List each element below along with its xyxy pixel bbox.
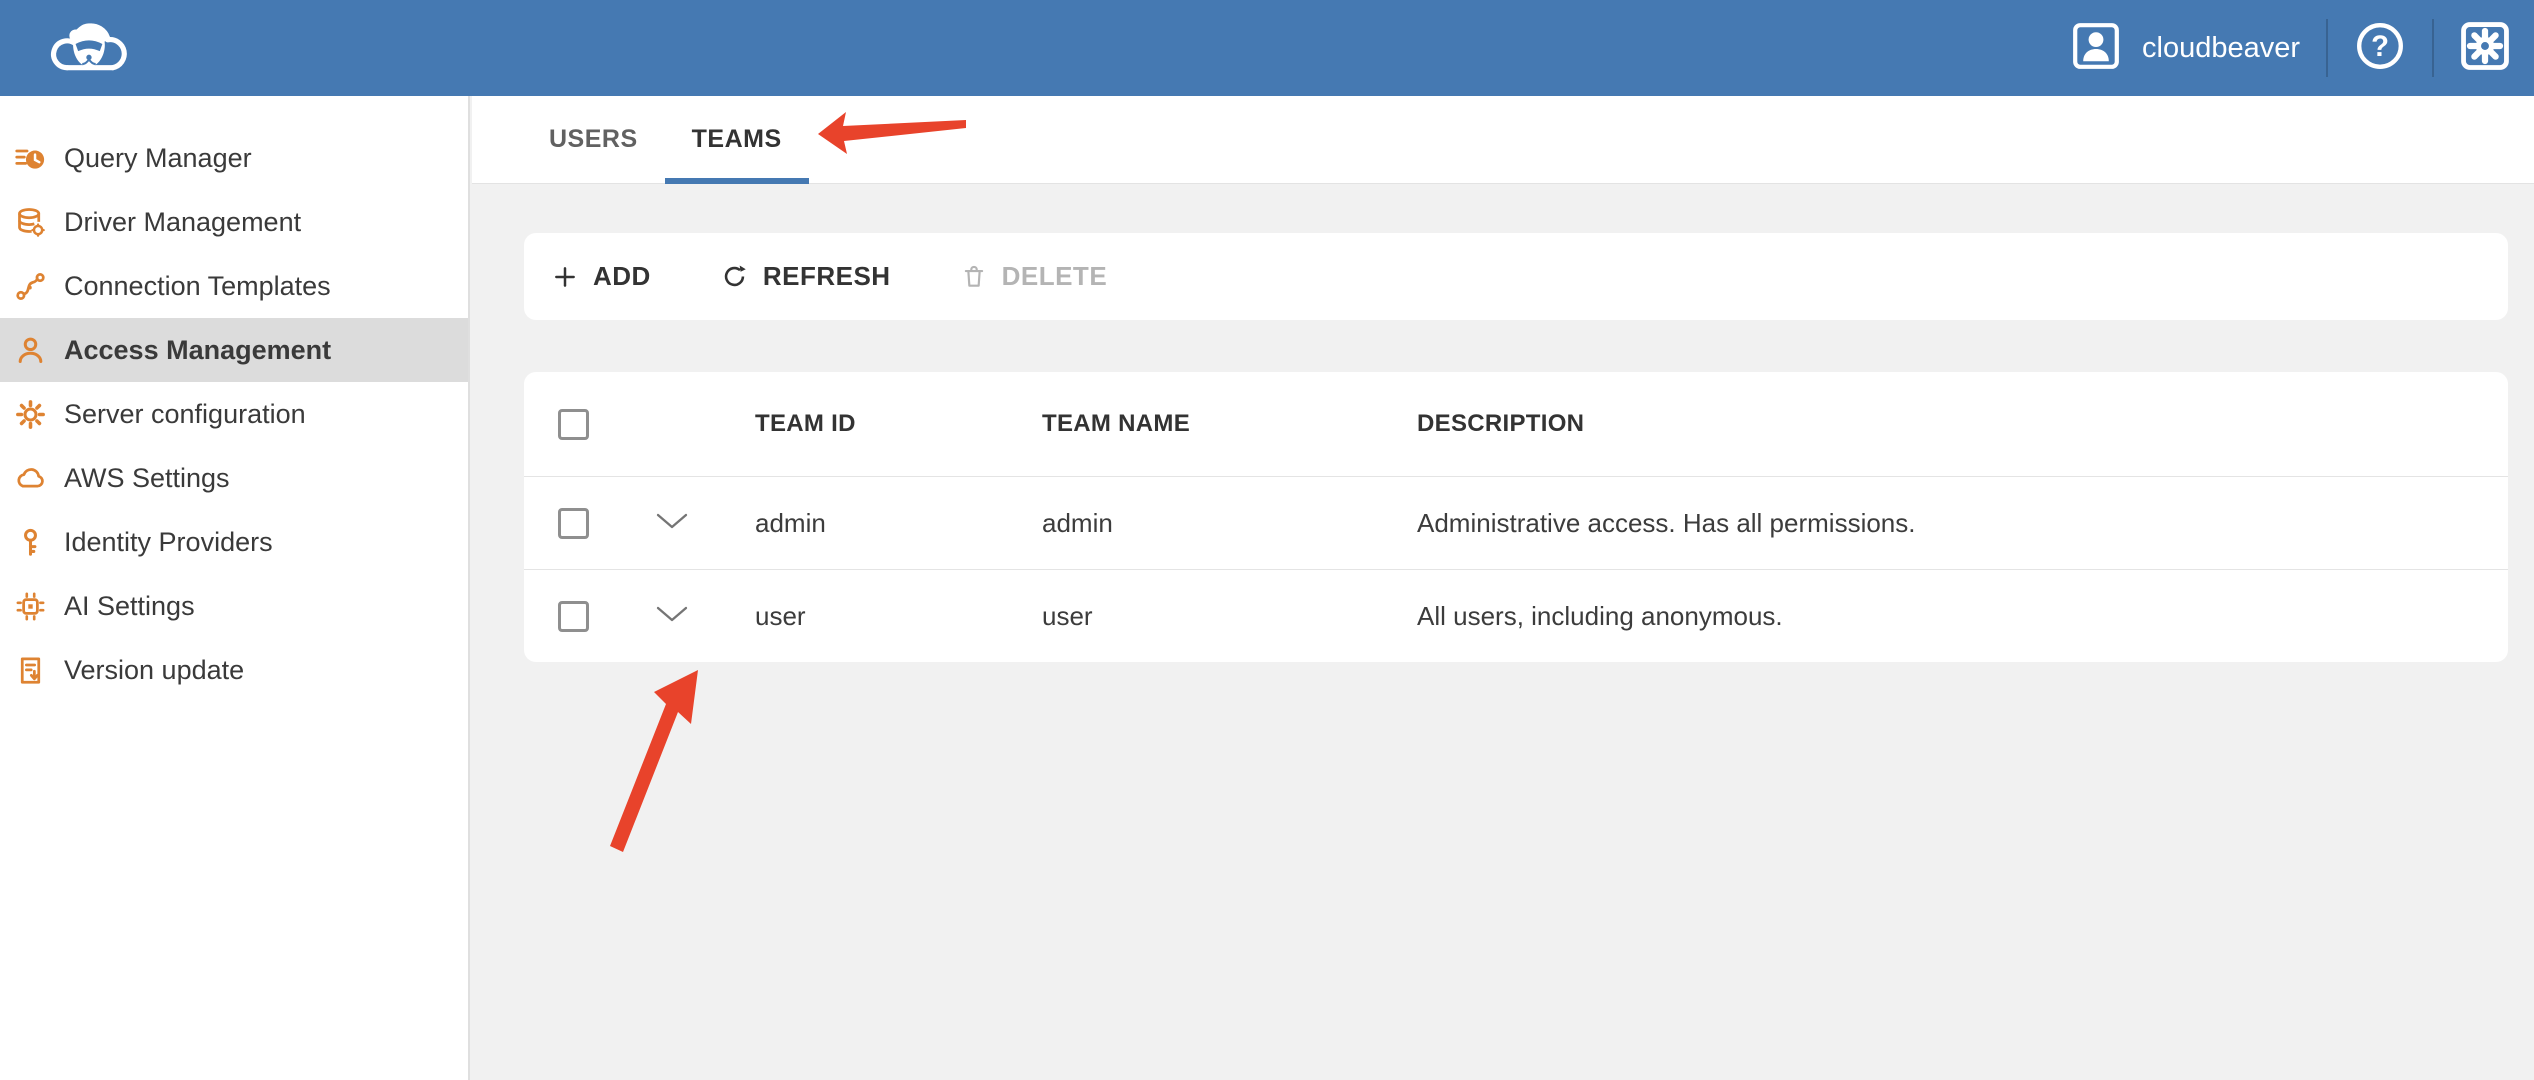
sidebar-item-driver-management[interactable]: Driver Management (0, 190, 468, 254)
row-expander[interactable] (624, 512, 719, 535)
sidebar-item-label: Server configuration (64, 399, 306, 430)
teams-toolbar: ADD REFRESH (524, 233, 2508, 320)
refresh-button[interactable]: REFRESH (695, 233, 917, 320)
sidebar-item-label: AI Settings (64, 591, 195, 622)
sidebar-item-label: Connection Templates (64, 271, 331, 302)
header-divider (2326, 19, 2328, 77)
sidebar-item-query-manager[interactable]: Query Manager (0, 126, 468, 190)
cloudbeaver-logo (38, 13, 142, 84)
sidebar-item-aws-settings[interactable]: AWS Settings (0, 446, 468, 510)
column-header-description: DESCRIPTION (1381, 410, 2508, 438)
tab-users[interactable]: USERS (522, 96, 665, 183)
access-management-icon (12, 334, 48, 367)
help-icon: ? (2354, 20, 2406, 77)
refresh-icon (721, 263, 748, 290)
teams-table: TEAM ID TEAM NAME DESCRIPTION admin admi… (524, 372, 2508, 662)
team-id-cell: user (719, 601, 1006, 632)
row-checkbox[interactable] (558, 508, 589, 539)
column-header-team-id: TEAM ID (719, 410, 1006, 438)
server-configuration-icon (12, 398, 48, 431)
tab-teams[interactable]: TEAMS (665, 96, 809, 183)
table-header-row: TEAM ID TEAM NAME DESCRIPTION (524, 372, 2508, 476)
sidebar-item-connection-templates[interactable]: Connection Templates (0, 254, 468, 318)
teams-panel: ADD REFRESH (472, 184, 2534, 662)
sidebar-item-label: Identity Providers (64, 527, 273, 558)
version-update-icon (12, 654, 48, 687)
query-manager-icon (12, 142, 48, 175)
tab-bar: USERS TEAMS (472, 96, 2534, 184)
sidebar-item-label: Driver Management (64, 207, 301, 238)
driver-management-icon (12, 206, 48, 239)
sidebar-item-ai-settings[interactable]: AI Settings (0, 574, 468, 638)
user-avatar-icon (2072, 22, 2120, 75)
identity-providers-icon (12, 526, 48, 559)
user-menu-button[interactable]: cloudbeaver (2072, 22, 2300, 75)
sidebar-item-label: Query Manager (64, 143, 252, 174)
add-button[interactable]: ADD (526, 233, 677, 320)
admin-sidebar: Query Manager Driver Management (0, 96, 470, 1080)
ai-settings-icon (12, 590, 48, 623)
sidebar-item-label: AWS Settings (64, 463, 230, 494)
gear-icon (2460, 21, 2510, 76)
username-label: cloudbeaver (2142, 32, 2300, 65)
main-area: USERS TEAMS ADD (472, 96, 2534, 1080)
team-id-cell: admin (719, 508, 1006, 539)
chevron-down-icon (655, 605, 689, 628)
header-divider (2432, 19, 2434, 77)
help-button[interactable]: ? (2354, 20, 2406, 77)
row-expander[interactable] (624, 605, 719, 628)
team-name-cell: admin (1006, 508, 1381, 539)
connection-templates-icon (12, 270, 48, 303)
sidebar-item-identity-providers[interactable]: Identity Providers (0, 510, 468, 574)
trash-icon (961, 264, 987, 290)
description-cell: All users, including anonymous. (1381, 601, 2508, 632)
settings-button[interactable] (2460, 21, 2510, 76)
svg-text:?: ? (2371, 30, 2389, 62)
sidebar-item-version-update[interactable]: Version update (0, 638, 468, 702)
table-row[interactable]: user user All users, including anonymous… (524, 569, 2508, 662)
sidebar-item-label: Version update (64, 655, 244, 686)
sidebar-item-access-management[interactable]: Access Management (0, 318, 468, 382)
table-row[interactable]: admin admin Administrative access. Has a… (524, 476, 2508, 569)
sidebar-item-label: Access Management (64, 335, 331, 366)
app-header: cloudbeaver ? (0, 0, 2534, 96)
delete-button[interactable]: DELETE (935, 233, 1134, 320)
chevron-down-icon (655, 512, 689, 535)
team-name-cell: user (1006, 601, 1381, 632)
column-header-team-name: TEAM NAME (1006, 410, 1381, 438)
row-checkbox[interactable] (558, 601, 589, 632)
plus-icon (552, 264, 578, 290)
sidebar-item-server-configuration[interactable]: Server configuration (0, 382, 468, 446)
select-all-checkbox[interactable] (558, 409, 589, 440)
description-cell: Administrative access. Has all permissio… (1381, 508, 2508, 539)
aws-settings-icon (12, 462, 48, 495)
